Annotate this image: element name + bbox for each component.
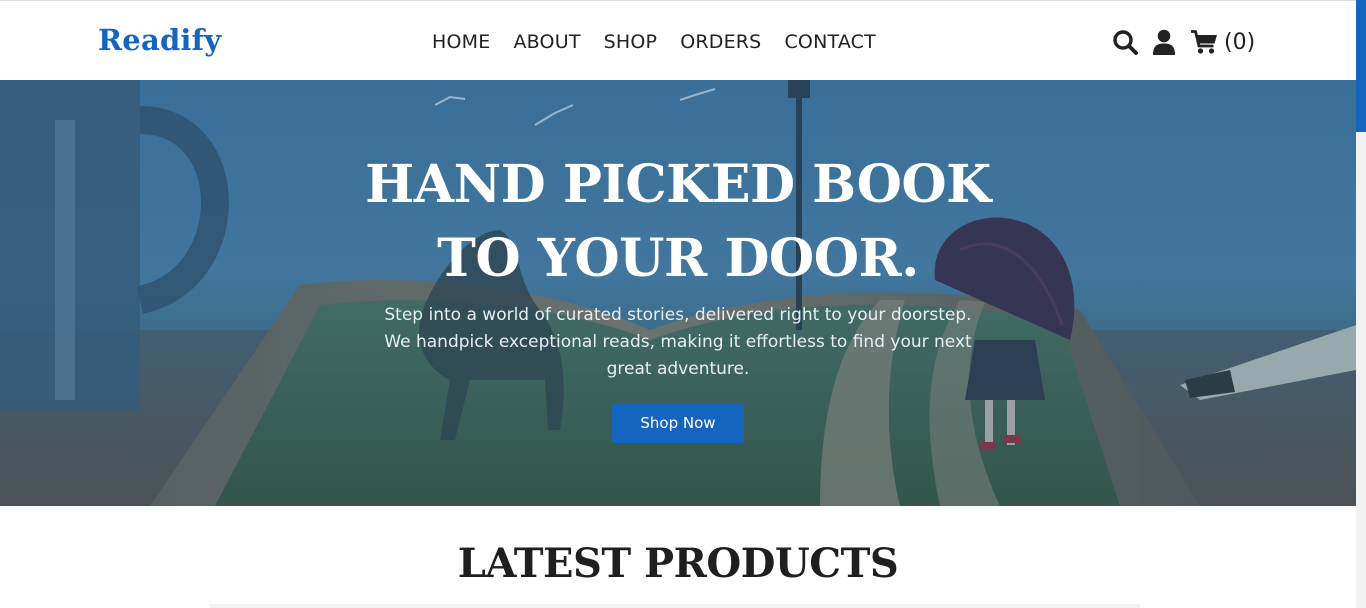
section-title: LATEST PRODUCTS <box>457 540 899 587</box>
scrollbar-thumb[interactable] <box>1356 0 1366 132</box>
hero-banner: HAND PICKED BOOK TO YOUR DOOR. Step into… <box>0 80 1356 506</box>
hero-title: HAND PICKED BOOK TO YOUR DOOR. <box>0 148 1356 296</box>
nav-contact[interactable]: CONTACT <box>784 31 876 53</box>
header-icons: (0) <box>1112 29 1255 55</box>
search-icon[interactable] <box>1112 29 1138 55</box>
user-icon[interactable] <box>1152 29 1176 55</box>
nav-home[interactable]: HOME <box>432 31 490 53</box>
hero-title-line-1: HAND PICKED BOOK <box>365 154 991 215</box>
cart-count[interactable]: (0) <box>1224 30 1255 55</box>
divider <box>210 604 1140 608</box>
hero-subtitle: Step into a world of curated stories, de… <box>384 305 972 379</box>
page-scrollbar[interactable] <box>1356 0 1366 608</box>
logo[interactable]: Readify <box>98 23 221 57</box>
hero-title-line-2: TO YOUR DOOR. <box>437 228 919 289</box>
site-header: Readify HOME ABOUT SHOP ORDERS CONTACT (… <box>0 0 1356 80</box>
shop-now-button[interactable]: Shop Now <box>612 403 744 443</box>
main-nav: HOME ABOUT SHOP ORDERS CONTACT <box>432 31 899 53</box>
cart-icon[interactable] <box>1190 29 1218 55</box>
nav-about[interactable]: ABOUT <box>513 31 580 53</box>
nav-orders[interactable]: ORDERS <box>680 31 761 53</box>
nav-shop[interactable]: SHOP <box>604 31 658 53</box>
